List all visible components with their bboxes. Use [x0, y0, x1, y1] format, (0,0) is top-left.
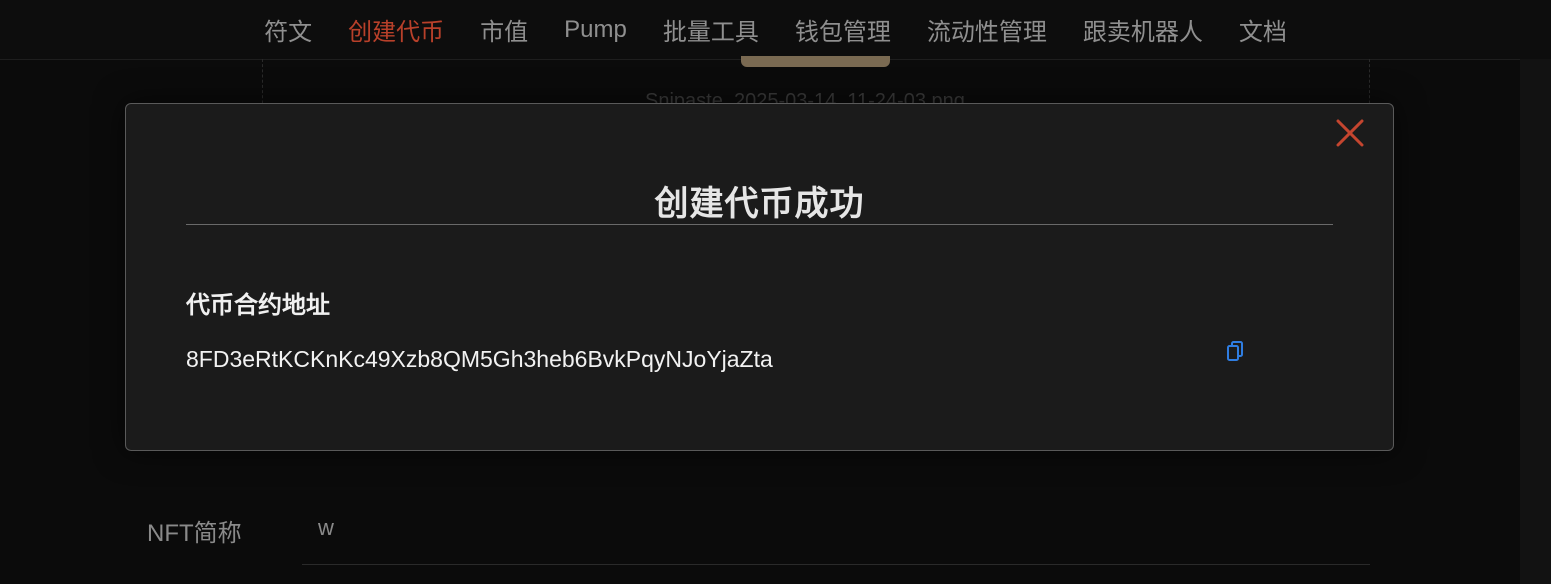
nav-item-liquidity-management[interactable]: 流动性管理 [927, 12, 1047, 47]
nav-item-wallet-management[interactable]: 钱包管理 [795, 12, 891, 47]
nav-item-runes[interactable]: 符文 [264, 12, 312, 47]
contract-address-label: 代币合约地址 [186, 292, 330, 319]
nft-short-name-label: NFT简称 [147, 520, 242, 547]
input-underline [302, 564, 1370, 565]
nav-item-market-cap[interactable]: 市值 [480, 12, 528, 47]
modal-title: 创建代币成功 [654, 185, 865, 223]
uploaded-image-thumbnail [741, 56, 890, 67]
top-nav: 符文 创建代币 市值 Pump 批量工具 钱包管理 流动性管理 跟卖机器人 文档 [0, 0, 1551, 60]
nav-item-create-token[interactable]: 创建代币 [348, 12, 444, 47]
contract-address-value: 8FD3eRtKCKnKc49Xzb8QM5Gh3heb6BvkPqyNJoYj… [186, 346, 773, 372]
success-modal: 创建代币成功 代币合约地址 8FD3eRtKCKnKc49Xzb8QM5Gh3h… [125, 103, 1394, 451]
nft-short-name-input[interactable]: w [318, 515, 334, 541]
page: 符文 创建代币 市值 Pump 批量工具 钱包管理 流动性管理 跟卖机器人 文档… [0, 0, 1551, 584]
nav-item-copy-trade-bot[interactable]: 跟卖机器人 [1083, 12, 1203, 47]
close-icon[interactable] [1335, 118, 1365, 148]
scrollbar-track[interactable] [1520, 59, 1551, 584]
nav-item-batch-tools[interactable]: 批量工具 [663, 12, 759, 47]
nav-item-pump[interactable]: Pump [564, 16, 627, 44]
copy-icon[interactable] [1226, 340, 1246, 362]
nav-item-docs[interactable]: 文档 [1239, 12, 1287, 47]
divider [186, 224, 1333, 225]
